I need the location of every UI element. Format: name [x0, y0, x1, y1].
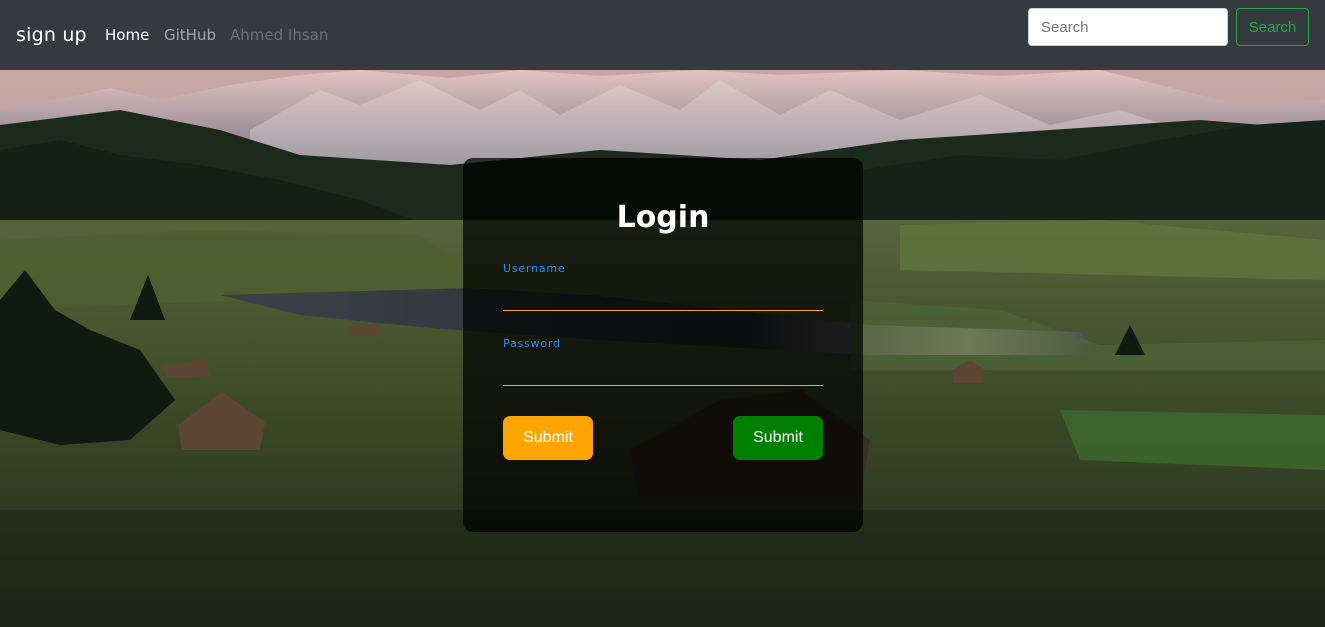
username-label: Username	[503, 262, 566, 275]
nav-link-home[interactable]: Home	[105, 26, 149, 44]
password-field[interactable]	[503, 356, 823, 386]
nav-link-author[interactable]: Ahmed Ihsan	[230, 26, 328, 44]
search-button[interactable]: Search	[1236, 8, 1309, 46]
submit-button-green[interactable]: Submit	[733, 416, 823, 460]
search-input[interactable]	[1028, 8, 1228, 46]
login-title: Login	[616, 200, 710, 235]
password-label: Password	[503, 337, 561, 350]
nav-link-github[interactable]: GitHub	[164, 26, 216, 44]
submit-button-orange[interactable]: Submit	[503, 416, 593, 460]
username-field[interactable]	[503, 281, 823, 311]
navbar-brand[interactable]: sign up	[16, 24, 87, 46]
login-card: Login Username Password Submit Submit	[463, 158, 863, 532]
top-navbar: sign up Home GitHub Ahmed Ihsan Search	[0, 0, 1325, 70]
